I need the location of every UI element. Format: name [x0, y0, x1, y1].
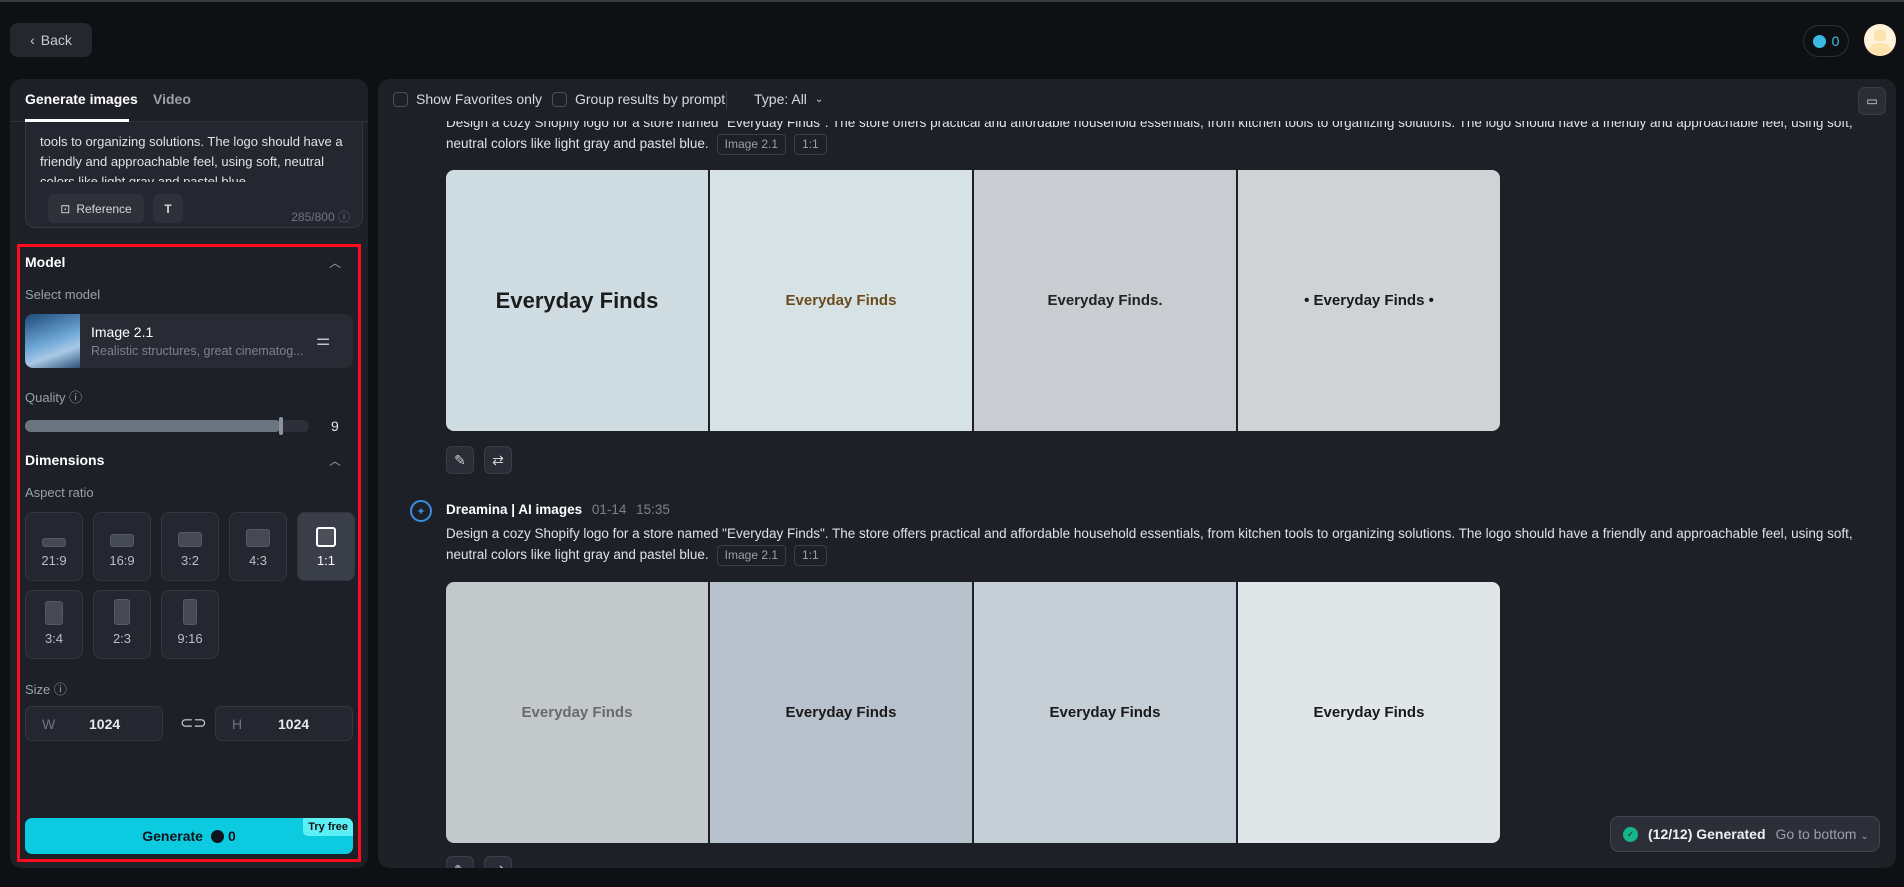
dreamina-logo-icon: ✦ — [410, 500, 432, 522]
status-text: (12/12) Generated — [1648, 826, 1766, 842]
model-tag[interactable]: Image 2.1 — [716, 134, 787, 155]
generation-status-toast: ✓ (12/12) Generated Go to bottom ⌄ — [1610, 816, 1880, 852]
group-by-prompt-checkbox[interactable]: Group results by prompt — [552, 91, 725, 107]
back-button[interactable]: ‹ Back — [10, 23, 92, 57]
edit-button[interactable]: ✎ — [446, 856, 474, 868]
top-border — [0, 0, 1904, 2]
image-add-icon: ⊡ — [60, 201, 71, 216]
tab-generate-images[interactable]: Generate images — [25, 91, 138, 107]
generated-image[interactable]: Everyday Finds — [974, 582, 1236, 843]
tab-video[interactable]: Video — [153, 91, 191, 107]
result-time: 15:35 — [636, 502, 670, 517]
prompt-text[interactable]: tools to organizing solutions. The logo … — [40, 132, 350, 182]
type-filter-dropdown[interactable]: Type: All ⌄ — [754, 91, 823, 107]
chevron-down-icon: ⌄ — [814, 93, 824, 105]
result-prompt: Design a cozy Shopify logo for a store n… — [446, 121, 1866, 155]
image-caption: Everyday Finds — [785, 292, 897, 309]
credit-icon — [1812, 34, 1826, 48]
image-caption: Everyday Finds — [1313, 704, 1425, 721]
char-count: 285/800 — [291, 210, 335, 224]
pencil-icon: ✎ — [454, 451, 466, 468]
regenerate-button[interactable]: ⇄ — [484, 446, 512, 474]
chevron-down-icon: ⌄ — [1860, 831, 1869, 842]
check-circle-icon: ✓ — [1623, 826, 1638, 842]
result-author: Dreamina | AI images — [446, 502, 583, 517]
avatar[interactable] — [1864, 24, 1896, 56]
model-tag[interactable]: Image 2.1 — [716, 545, 787, 566]
result-prompt: Design a cozy Shopify logo for a store n… — [446, 523, 1866, 566]
image-caption: Everyday Finds — [521, 704, 633, 721]
show-favorites-checkbox[interactable]: Show Favorites only — [393, 91, 542, 107]
regenerate-button[interactable]: ⇄ — [484, 856, 512, 868]
active-tab-indicator — [25, 119, 129, 122]
divider — [726, 91, 727, 109]
result-date: 01-14 — [591, 502, 627, 517]
pencil-icon: ✎ — [454, 862, 466, 869]
image-caption: Everyday Finds. — [1047, 292, 1163, 309]
text-style-icon[interactable]: T — [153, 194, 183, 223]
generated-image[interactable]: • Everyday Finds • — [1238, 170, 1500, 431]
checkbox[interactable] — [393, 91, 408, 107]
checkbox[interactable] — [552, 91, 567, 107]
highlight-box — [17, 244, 361, 862]
image-grid: Everyday Finds Everyday Finds Everyday Fin… — [446, 582, 1500, 843]
folder-icon: ▭ — [1866, 94, 1878, 108]
credits-badge[interactable]: 0 — [1803, 25, 1849, 57]
repeat-icon: ⇄ — [492, 451, 504, 468]
generated-image[interactable]: Everyday Finds — [446, 170, 708, 431]
ratio-tag[interactable]: 1:1 — [794, 545, 827, 566]
chevron-left-icon: ‹ — [30, 32, 35, 48]
generated-image[interactable]: Everyday Finds. — [974, 170, 1236, 431]
results-panel: Show Favorites only Group results by pro… — [378, 79, 1896, 868]
image-caption: Everyday Finds — [1049, 704, 1161, 721]
go-to-bottom-button[interactable]: Go to bottom ⌄ — [1776, 826, 1869, 842]
mode-tabs: Generate images Video — [10, 79, 368, 122]
info-icon: ⓘ — [337, 210, 350, 224]
edit-button[interactable]: ✎ — [446, 446, 474, 474]
generated-image[interactable]: Everyday Finds — [446, 582, 708, 843]
generated-image[interactable]: Everyday Finds — [1238, 582, 1500, 843]
image-caption: • Everyday Finds • — [1304, 292, 1434, 309]
reference-button[interactable]: ⊡ Reference — [48, 194, 144, 223]
image-caption: Everyday Finds — [785, 704, 897, 721]
ratio-tag[interactable]: 1:1 — [794, 134, 827, 155]
image-caption: Everyday Finds — [495, 287, 659, 313]
generated-image[interactable]: Everyday Finds — [710, 170, 972, 431]
repeat-icon: ⇄ — [492, 862, 504, 869]
generated-image[interactable]: Everyday Finds — [710, 582, 972, 843]
image-grid: Everyday Finds Everyday Finds Everyday Fin… — [446, 170, 1500, 431]
folder-button[interactable]: ▭ — [1858, 87, 1886, 115]
